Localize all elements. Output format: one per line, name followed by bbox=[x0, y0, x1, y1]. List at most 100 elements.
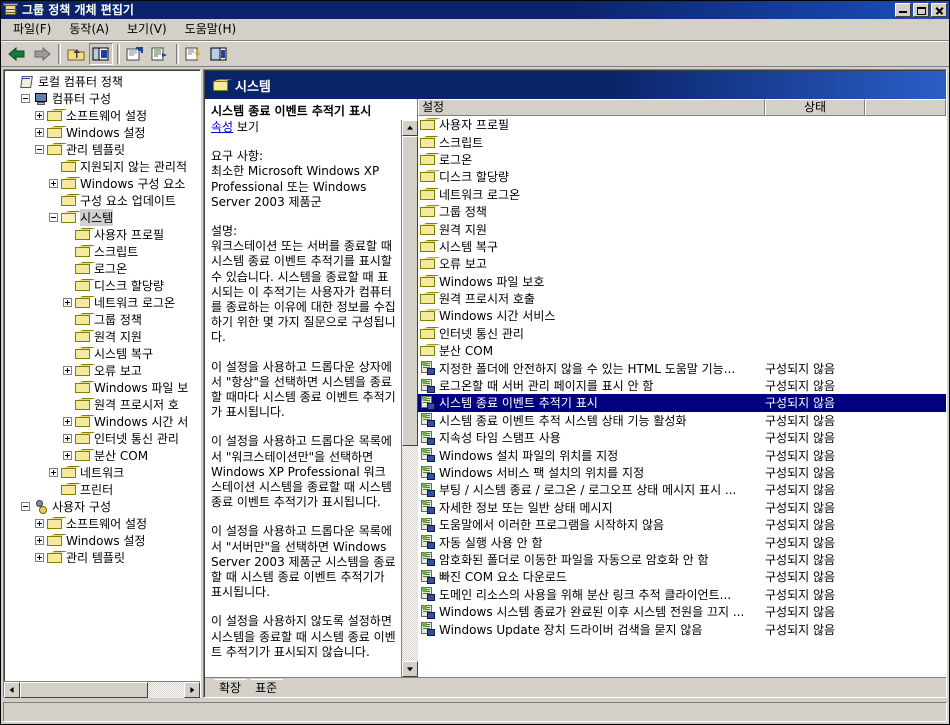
table-row[interactable]: Windows 시간 서비스 bbox=[418, 307, 946, 324]
tree-node[interactable]: 네트워크 bbox=[7, 464, 200, 481]
column-extra[interactable] bbox=[865, 99, 946, 116]
expand-plus-icon[interactable] bbox=[49, 468, 58, 477]
expand-plus-icon[interactable] bbox=[35, 128, 44, 137]
tab-standard[interactable]: 표준 bbox=[243, 679, 283, 697]
expand-plus-icon[interactable] bbox=[35, 519, 44, 528]
up-one-level-icon[interactable] bbox=[64, 43, 88, 65]
export-list-icon[interactable] bbox=[148, 43, 172, 65]
description-vscroll-track[interactable] bbox=[402, 136, 418, 661]
scroll-left-icon[interactable] bbox=[4, 681, 20, 698]
expand-plus-icon[interactable] bbox=[63, 298, 72, 307]
table-row[interactable]: 암호화된 폴더로 이동한 파일을 자동으로 암호화 안 함 구성되지 않음 bbox=[418, 551, 946, 568]
table-row[interactable]: 네트워크 로그온 bbox=[418, 186, 946, 203]
tree-node[interactable]: 네트워크 로그온 bbox=[7, 294, 200, 311]
close-button[interactable] bbox=[931, 3, 947, 17]
tab-extended[interactable]: 확장 bbox=[207, 679, 247, 697]
table-row[interactable]: Windows 시스템 종료가 완료된 이후 시스템 전원을 끄지 ... 구성되… bbox=[418, 603, 946, 620]
tree-node[interactable]: 지원되지 않는 관리적 bbox=[7, 158, 200, 175]
tree-node[interactable]: 로그온 bbox=[7, 260, 200, 277]
tree-node[interactable]: 소프트웨어 설정 bbox=[7, 107, 200, 124]
table-row[interactable]: 시스템 복구 bbox=[418, 238, 946, 255]
tree-node[interactable]: 관리 템플릿 bbox=[7, 141, 200, 158]
expand-plus-icon[interactable] bbox=[35, 536, 44, 545]
table-row[interactable]: 빠진 COM 요소 다운로드 구성되지 않음 bbox=[418, 568, 946, 585]
expand-plus-icon[interactable] bbox=[63, 417, 72, 426]
list-rows[interactable]: 사용자 프로필 스크립트 로그온 디스크 할당량 네트워크 로그온 그룹 정책 원격 지원 시… bbox=[418, 116, 946, 677]
column-setting[interactable]: 설정 bbox=[418, 99, 765, 116]
tree-hscroll-track[interactable] bbox=[20, 681, 184, 698]
table-row[interactable]: 원격 프로시저 호출 bbox=[418, 290, 946, 307]
table-row[interactable]: 로그온 bbox=[418, 151, 946, 168]
expand-plus-icon[interactable] bbox=[63, 434, 72, 443]
tree-node[interactable]: 그룹 정책 bbox=[7, 311, 200, 328]
tree-node[interactable]: 인터넷 통신 관리 bbox=[7, 430, 200, 447]
table-row[interactable]: 도움말에서 이러한 프로그램을 시작하지 않음 구성되지 않음 bbox=[418, 516, 946, 533]
table-row[interactable]: 로그온할 때 서버 관리 페이지를 표시 안 함 구성되지 않음 bbox=[418, 377, 946, 394]
table-row[interactable]: 도메인 리소스의 사용을 위해 분산 링크 추적 클라이언트... 구성되지 않음 bbox=[418, 586, 946, 603]
menu-view[interactable]: 보기(V) bbox=[119, 20, 175, 39]
tree-node[interactable]: 소프트웨어 설정 bbox=[7, 515, 200, 532]
menu-help[interactable]: 도움말(H) bbox=[177, 20, 245, 39]
tree-node[interactable]: 스크립트 bbox=[7, 243, 200, 260]
expand-plus-icon[interactable] bbox=[35, 111, 44, 120]
table-row[interactable]: 스크립트 bbox=[418, 133, 946, 150]
table-row[interactable]: 분산 COM bbox=[418, 342, 946, 359]
tree-node[interactable]: Windows 설정 bbox=[7, 124, 200, 141]
table-row[interactable]: 시스템 종료 이벤트 추적기 표시 구성되지 않음 bbox=[418, 394, 946, 412]
tree-hscroll-thumb[interactable] bbox=[20, 681, 148, 698]
scroll-right-icon[interactable] bbox=[184, 681, 200, 698]
tree-node[interactable]: 프린터 bbox=[7, 481, 200, 498]
collapse-minus-icon[interactable] bbox=[21, 94, 30, 103]
table-row[interactable]: 원격 지원 bbox=[418, 220, 946, 237]
menu-action[interactable]: 동작(A) bbox=[61, 20, 117, 39]
table-row[interactable]: 디스크 할당량 bbox=[418, 168, 946, 185]
tree-node[interactable]: 로컬 컴퓨터 정책 bbox=[7, 73, 200, 90]
table-row[interactable]: Windows 서비스 팩 설치의 위치를 지정 구성되지 않음 bbox=[418, 464, 946, 481]
tree-node[interactable]: 디스크 할당량 bbox=[7, 277, 200, 294]
tree-scroll-region[interactable]: 로컬 컴퓨터 정책 컴퓨터 구성 소프트웨어 설정 Windows 설정 관리 템플릿 지… bbox=[5, 71, 200, 681]
table-row[interactable]: 그룹 정책 bbox=[418, 203, 946, 220]
tree-node[interactable]: 구성 요소 업데이트 bbox=[7, 192, 200, 209]
tree-node[interactable]: 원격 지원 bbox=[7, 328, 200, 345]
minimize-button[interactable] bbox=[895, 3, 911, 17]
back-icon[interactable] bbox=[5, 43, 29, 65]
maximize-button[interactable] bbox=[913, 3, 929, 17]
table-row[interactable]: 부팅 / 시스템 종료 / 로그온 / 로그오프 상태 메시지 표시 ... 구성… bbox=[418, 481, 946, 498]
table-row[interactable]: 오류 보고 bbox=[418, 255, 946, 272]
tree-node[interactable]: 시스템 bbox=[7, 209, 200, 226]
expand-plus-icon[interactable] bbox=[63, 451, 72, 460]
tree-node[interactable]: 시스템 복구 bbox=[7, 345, 200, 362]
tree-node[interactable]: 컴퓨터 구성 bbox=[7, 90, 200, 107]
expand-plus-icon[interactable] bbox=[63, 366, 72, 375]
table-row[interactable]: Windows Update 장치 드라이버 검색을 묻지 않음 구성되지 않음 bbox=[418, 620, 946, 637]
table-row[interactable]: 자세한 정보 또는 일반 상태 메시지 구성되지 않음 bbox=[418, 499, 946, 516]
table-row[interactable]: 자동 실행 사용 안 함 구성되지 않음 bbox=[418, 533, 946, 550]
description-vscroll-thumb[interactable] bbox=[402, 136, 418, 446]
tree-node[interactable]: Windows 설정 bbox=[7, 532, 200, 549]
properties-link[interactable]: 속성 bbox=[211, 120, 233, 134]
help-icon[interactable]: ? bbox=[182, 43, 206, 65]
expand-plus-icon[interactable] bbox=[35, 553, 44, 562]
view-pane-icon[interactable] bbox=[207, 43, 231, 65]
tree-node[interactable]: Windows 구성 요소 bbox=[7, 175, 200, 192]
tree-horizontal-scrollbar[interactable] bbox=[4, 681, 200, 698]
column-state[interactable]: 상태 bbox=[765, 99, 865, 116]
collapse-minus-icon[interactable] bbox=[21, 502, 30, 511]
expand-plus-icon[interactable] bbox=[49, 179, 58, 188]
tree-node[interactable]: Windows 시간 서 bbox=[7, 413, 200, 430]
table-row[interactable]: Windows 파일 보호 bbox=[418, 273, 946, 290]
menu-file[interactable]: 파일(F) bbox=[5, 20, 59, 39]
collapse-minus-icon[interactable] bbox=[35, 145, 44, 154]
tree-node[interactable]: 사용자 프로필 bbox=[7, 226, 200, 243]
description-vertical-scrollbar[interactable] bbox=[401, 120, 418, 677]
table-row[interactable]: 지정한 폴더에 안전하지 않을 수 있는 HTML 도움말 기능... 구성되지 … bbox=[418, 359, 946, 376]
table-row[interactable]: 사용자 프로필 bbox=[418, 116, 946, 133]
show-hide-tree-icon[interactable] bbox=[89, 43, 113, 65]
table-row[interactable]: 지속성 타임 스탬프 사용 구성되지 않음 bbox=[418, 429, 946, 446]
tree-node[interactable]: 분산 COM bbox=[7, 447, 200, 464]
forward-icon[interactable] bbox=[30, 43, 54, 65]
scroll-up-icon[interactable] bbox=[402, 120, 418, 136]
table-row[interactable]: Windows 설치 파일의 위치를 지정 구성되지 않음 bbox=[418, 446, 946, 463]
tree-node[interactable]: 사용자 구성 bbox=[7, 498, 200, 515]
tree-node[interactable]: 오류 보고 bbox=[7, 362, 200, 379]
